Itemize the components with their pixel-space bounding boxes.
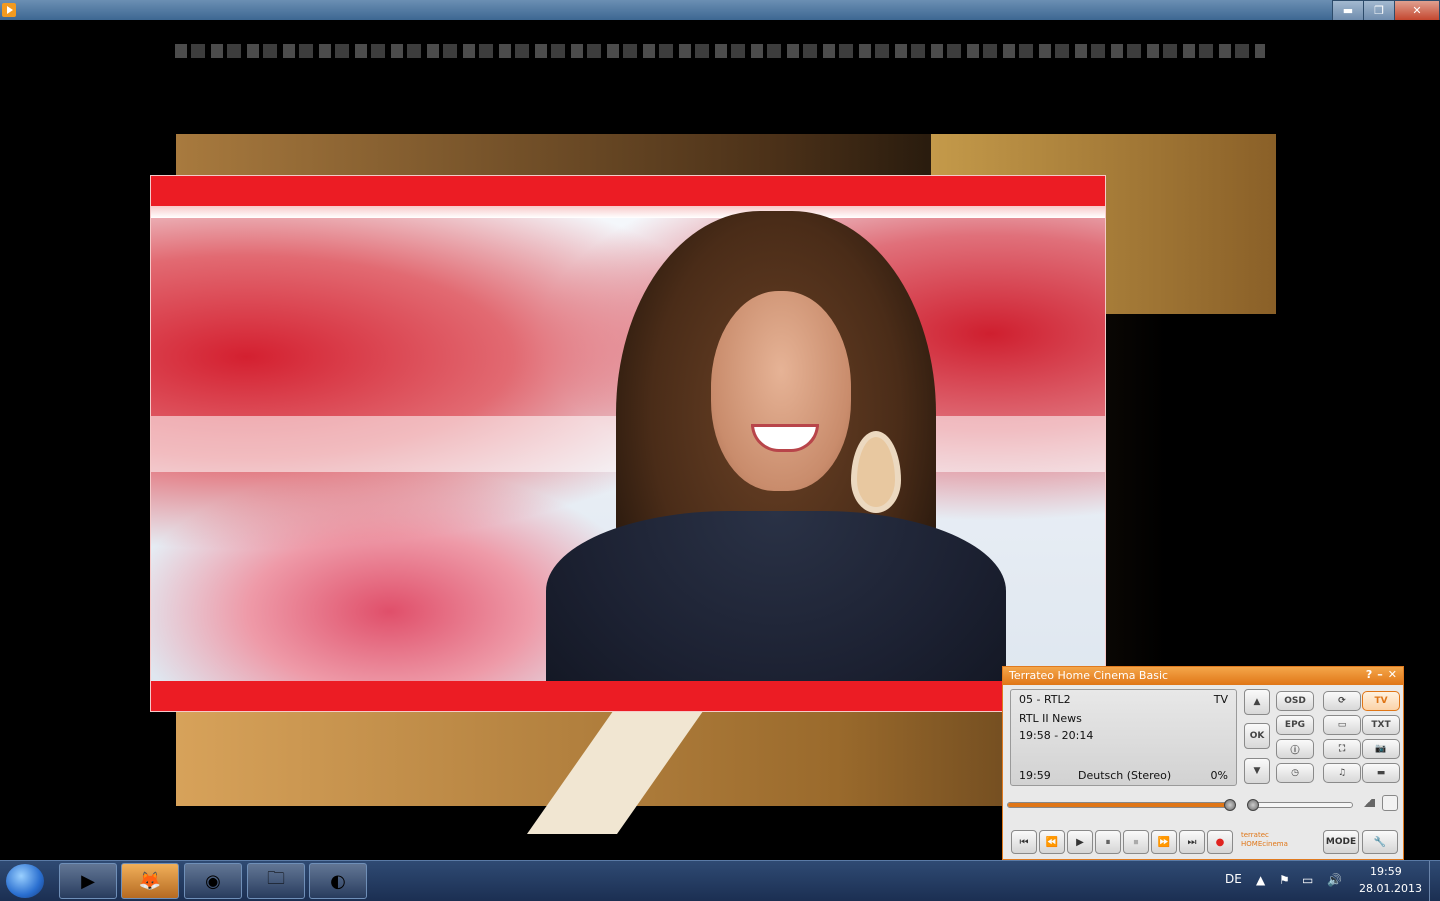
current-time: 19:59: [1019, 769, 1051, 782]
mode-indicator: TV: [1213, 693, 1228, 706]
help-button[interactable]: ?: [1366, 668, 1372, 681]
start-button[interactable]: [6, 864, 44, 898]
record-button[interactable]: ●: [1207, 830, 1233, 854]
player-minimize-button[interactable]: –: [1377, 668, 1383, 681]
player-title-controls: ? – ✕: [1366, 668, 1397, 681]
clock-time[interactable]: 19:59: [1370, 865, 1402, 878]
maximize-button[interactable]: ❐: [1363, 0, 1395, 21]
teletext-button[interactable]: TXT: [1362, 715, 1400, 735]
audio-track: Deutsch (Stereo): [1078, 769, 1172, 782]
progress-knob[interactable]: [1224, 799, 1236, 811]
mode-button[interactable]: MODE: [1323, 830, 1359, 854]
volume-level-icon: [1361, 799, 1375, 807]
refresh-button[interactable]: ⟳: [1323, 691, 1361, 711]
osd-button[interactable]: OSD: [1276, 691, 1314, 711]
aspect-button[interactable]: ▭: [1323, 715, 1361, 735]
channel-display: 05 - RTL2 TV RTL II News 19:58 - 20:14 1…: [1010, 689, 1237, 786]
player-title: Terrateo Home Cinema Basic: [1009, 669, 1169, 682]
volume-knob[interactable]: [1247, 799, 1259, 811]
play-button[interactable]: ▶: [1067, 830, 1093, 854]
language-indicator[interactable]: DE: [1225, 872, 1242, 886]
channel-up-button[interactable]: ▲: [1244, 689, 1270, 715]
channel-name: 05 - RTL2: [1019, 693, 1071, 706]
presenter-face: [711, 291, 851, 491]
terratec-logo: terratec HOMEcinema: [1241, 831, 1288, 848]
bar-button[interactable]: ▬: [1362, 763, 1400, 783]
tv-button[interactable]: TV: [1362, 691, 1400, 711]
fast-forward-button[interactable]: ⏩: [1151, 830, 1177, 854]
video-ticker-strip: [175, 44, 1265, 58]
next-button[interactable]: ⏭: [1179, 830, 1205, 854]
news-presenter: [546, 211, 1006, 711]
timer-button[interactable]: ◷: [1276, 763, 1314, 783]
ok-button[interactable]: OK: [1244, 723, 1270, 749]
signal-percent: 0%: [1210, 769, 1228, 782]
rewind-button[interactable]: ⏪: [1039, 830, 1065, 854]
show-desktop-button[interactable]: [1429, 861, 1440, 901]
media-center-app-icon[interactable]: ◐: [309, 863, 367, 899]
media-player-app-icon[interactable]: ▶: [59, 863, 117, 899]
pause-button[interactable]: ⏸: [1095, 830, 1121, 854]
player-close-button[interactable]: ✕: [1388, 668, 1397, 681]
stop-button[interactable]: ⏹: [1123, 830, 1149, 854]
news-top-bar: [151, 176, 1105, 206]
player-titlebar: Terrateo Home Cinema Basic ? – ✕: [1003, 667, 1403, 685]
previous-button[interactable]: ⏮: [1011, 830, 1037, 854]
info-button[interactable]: ⓘ: [1276, 739, 1314, 759]
volume-icon[interactable]: 🔊: [1327, 873, 1342, 887]
taskbar: ▶ 🦊 ◉ 🗀 ◐ DE ▲ ⚑ ▭ 🔊 19:59 28.01.2013: [0, 860, 1440, 901]
firefox-app-icon[interactable]: 🦊: [121, 863, 179, 899]
mute-icon[interactable]: [1382, 795, 1398, 811]
player-control-panel: Terrateo Home Cinema Basic ? – ✕ 05 - RT…: [1002, 666, 1404, 860]
news-panel: [150, 175, 1106, 712]
epg-button[interactable]: EPG: [1276, 715, 1314, 735]
volume-slider[interactable]: [1247, 802, 1353, 808]
clock-date[interactable]: 28.01.2013: [1359, 882, 1422, 895]
window-titlebar: ▬ ❐ ✕: [0, 0, 1440, 21]
snapshot-button[interactable]: 📷: [1362, 739, 1400, 759]
network-icon[interactable]: ▭: [1302, 873, 1313, 887]
program-time: 19:58 - 20:14: [1019, 729, 1094, 742]
chrome-app-icon[interactable]: ◉: [184, 863, 242, 899]
close-button[interactable]: ✕: [1394, 0, 1440, 21]
channel-down-button[interactable]: ▼: [1244, 758, 1270, 784]
fullscreen-button[interactable]: ⛶: [1323, 739, 1361, 759]
app-icon: [2, 3, 16, 17]
progress-slider[interactable]: [1007, 802, 1231, 808]
music-button[interactable]: ♫: [1323, 763, 1361, 783]
program-title: RTL II News: [1019, 712, 1082, 725]
file-explorer-app-icon[interactable]: 🗀: [247, 863, 305, 899]
minimize-button[interactable]: ▬: [1332, 0, 1364, 21]
settings-button[interactable]: 🔧: [1362, 830, 1398, 854]
tray-expand-icon[interactable]: ▲: [1256, 873, 1265, 887]
news-bottom-bar: [151, 681, 1105, 711]
action-center-flag-icon[interactable]: ⚑: [1279, 873, 1290, 887]
window-controls: ▬ ❐ ✕: [1332, 0, 1440, 21]
progress-fill: [1008, 803, 1230, 807]
